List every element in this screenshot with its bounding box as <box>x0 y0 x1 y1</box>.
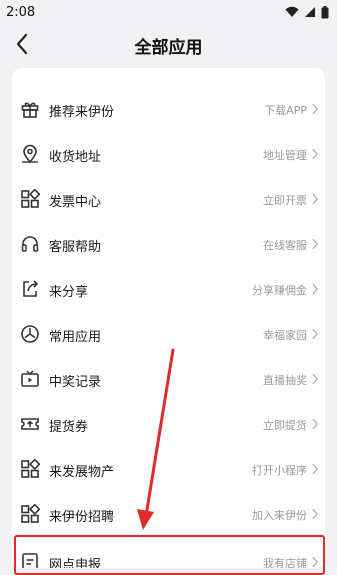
list-item-recruitment[interactable]: 来伊份招聘 加入来伊份 <box>12 492 325 537</box>
chevron-right-icon <box>312 463 318 475</box>
chevron-right-icon <box>312 148 318 160</box>
nav-bar: 全部应用 <box>0 24 337 64</box>
list-item-label: 收货地址 <box>49 150 102 165</box>
chevron-right-icon <box>312 373 318 385</box>
list-item-address[interactable]: 收货地址 地址管理 <box>12 132 325 177</box>
list-item-action: 加入来伊份 <box>252 509 307 522</box>
list-item-prize-records[interactable]: 中奖记录 直播抽奖 <box>12 357 325 402</box>
list-item-action: 地址管理 <box>263 149 307 162</box>
list-item-voucher[interactable]: 提货券 立即提货 <box>12 402 325 447</box>
list-item-action: 立即开票 <box>263 194 307 207</box>
status-bar: 2:08 <box>0 0 337 24</box>
list-item-invoice[interactable]: 发票中心 立即开票 <box>12 177 325 222</box>
chevron-right-icon <box>312 508 318 520</box>
list-item-action: 下载APP <box>264 104 307 117</box>
list-item-action: 直播抽奖 <box>263 374 307 387</box>
list-item-action: 分享赚佣金 <box>252 284 307 297</box>
highlight-box <box>14 535 325 575</box>
list-item-development[interactable]: 来发展物产 打开小程序 <box>12 447 325 492</box>
tv-icon <box>21 370 39 387</box>
grid-icon <box>21 189 40 208</box>
list-item-label: 来发展物产 <box>49 465 115 480</box>
chevron-right-icon <box>312 193 318 205</box>
list-item-action: 幸福家园 <box>263 329 307 342</box>
list-item-label: 中奖记录 <box>49 375 102 390</box>
list-item-recommend[interactable]: 推荐来伊份 下载APP <box>12 87 325 132</box>
list-item-customer-service[interactable]: 客服帮助 在线客服 <box>12 222 325 267</box>
chevron-right-icon <box>312 238 318 250</box>
list-item-label: 客服帮助 <box>49 240 102 255</box>
share-icon <box>23 280 39 297</box>
grid-icon <box>21 504 40 523</box>
voucher-icon <box>21 418 39 430</box>
gift-icon <box>21 102 39 118</box>
list-item-label: 发票中心 <box>49 195 102 210</box>
chevron-right-icon <box>312 418 318 430</box>
chevron-right-icon <box>312 103 318 115</box>
list-item-partial[interactable] <box>12 68 325 76</box>
ticket-icon <box>20 68 40 70</box>
list-item-label: 提货券 <box>49 420 89 435</box>
list-item-label: 常用应用 <box>49 330 102 345</box>
chevron-right-icon <box>312 328 318 340</box>
list-item-action: 立即提货 <box>263 419 307 432</box>
battery-icon <box>321 5 329 18</box>
app-list-card: 推荐来伊份 下载APP 收货地址 地址管理 发票中心 立即开票 客服帮助 在线客… <box>12 68 325 568</box>
compass-icon <box>21 325 39 343</box>
location-pin-icon <box>22 144 38 164</box>
list-item-action: 在线客服 <box>263 239 307 252</box>
list-item-action: 打开小程序 <box>252 464 307 477</box>
list-item-label: 推荐来伊份 <box>49 105 115 120</box>
list-item-common-apps[interactable]: 常用应用 幸福家园 <box>12 312 325 357</box>
list-item-share[interactable]: 来分享 分享赚佣金 <box>12 267 325 312</box>
list-item-label: 来分享 <box>49 285 89 300</box>
grid-icon <box>21 459 40 478</box>
page-title: 全部应用 <box>134 38 203 58</box>
list-item-label: 来伊份招聘 <box>49 510 115 525</box>
wifi-icon <box>285 6 299 17</box>
cell-signal-icon <box>305 7 315 17</box>
status-time: 2:08 <box>6 4 36 20</box>
status-icons <box>285 5 329 19</box>
headphones-icon <box>21 236 39 252</box>
chevron-right-icon <box>312 283 318 295</box>
